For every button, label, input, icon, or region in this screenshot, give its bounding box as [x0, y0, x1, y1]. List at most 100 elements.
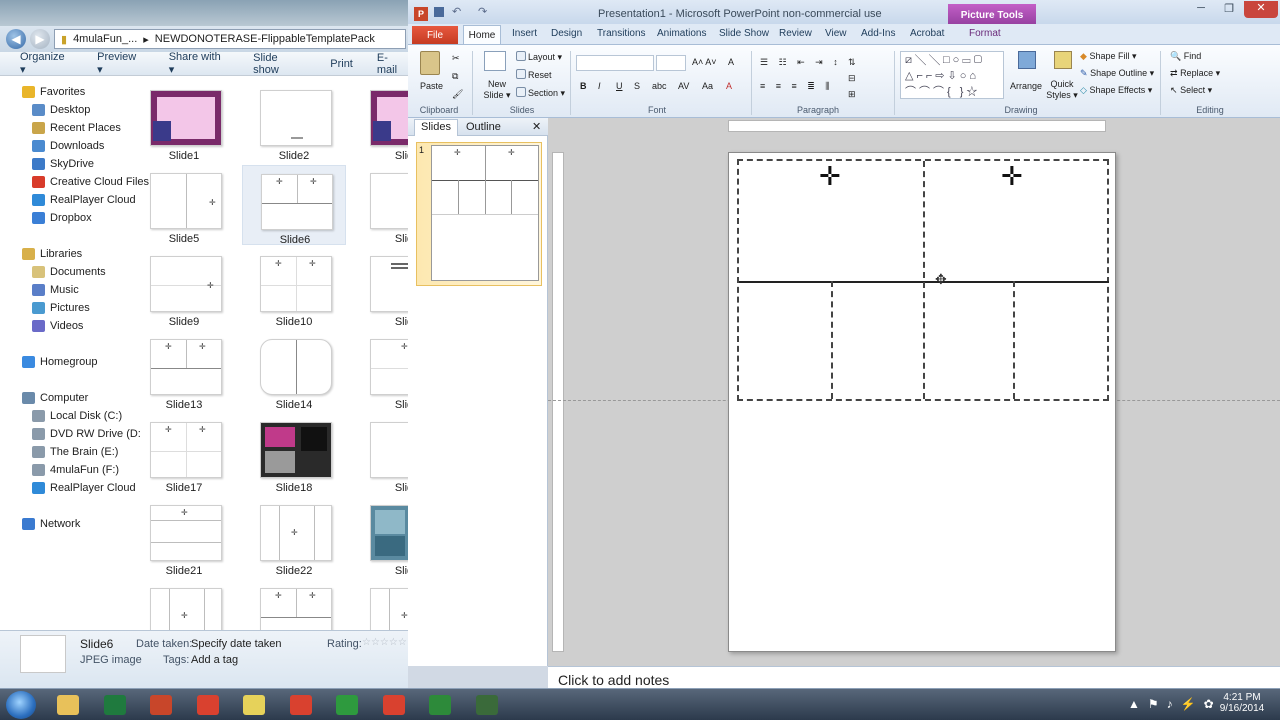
breadcrumb-item[interactable]: NEWDONOTERASE-FlippableTemplatePack — [155, 33, 375, 45]
nav-item[interactable]: Videos — [0, 317, 128, 335]
align-icons[interactable]: ≡ ≡ ≡ ≣ ⫼ — [760, 81, 833, 92]
file-item[interactable]: ✛ Slide9 — [132, 248, 236, 328]
tab-design[interactable]: Design — [551, 28, 582, 39]
taskbar-folder-notes-button[interactable] — [234, 692, 274, 718]
shape-outline-button[interactable]: ✎ Shape Outline ▾ — [1080, 68, 1154, 79]
preview-button[interactable]: Preview ▾ — [97, 51, 145, 76]
clock[interactable]: 4:21 PM 9/16/2014 — [1210, 692, 1274, 714]
share-with-button[interactable]: Share with ▾ — [169, 51, 229, 76]
tab-add-ins[interactable]: Add-Ins — [861, 28, 895, 39]
file-item[interactable]: Slid — [352, 497, 408, 577]
quick-styles-icon[interactable] — [1054, 51, 1072, 69]
underline-icon[interactable]: U — [616, 81, 623, 91]
nav-item[interactable]: Favorites — [0, 83, 128, 101]
nav-item[interactable]: RealPlayer Cloud — [0, 479, 136, 497]
tab-animations[interactable]: Animations — [657, 28, 706, 39]
tab-insert[interactable]: Insert — [512, 28, 537, 39]
file-item[interactable]: Slid — [352, 414, 408, 494]
taskbar-hangouts-button[interactable] — [327, 692, 367, 718]
taskbar-camtasia-button[interactable] — [420, 692, 460, 718]
file-item[interactable]: Slide18 — [242, 414, 346, 494]
file-item[interactable]: ✛ Slide22 — [242, 497, 346, 577]
file-item[interactable]: ✛ Slid — [352, 331, 408, 411]
breadcrumb-item[interactable]: 4mulaFun_... — [73, 33, 137, 45]
change-case-icon[interactable]: Aa — [702, 81, 713, 91]
arrange-icon[interactable] — [1018, 51, 1036, 69]
nav-item[interactable]: Network — [0, 515, 128, 533]
arrange-button[interactable]: Arrange — [1010, 81, 1042, 91]
select-button[interactable]: ↖ Select ▾ — [1170, 85, 1212, 96]
nav-item[interactable]: Computer — [0, 389, 128, 407]
slide-show-button[interactable]: Slide show — [253, 52, 306, 76]
taskbar-explorer-button[interactable] — [48, 692, 88, 718]
grow-font-icon[interactable]: A˄ A˅ — [692, 57, 717, 67]
shadow-icon[interactable]: S — [634, 81, 640, 91]
slide-canvas[interactable]: ✛ ✛ ✥ — [728, 152, 1116, 652]
new-slide-button[interactable]: New Slide ▾ — [482, 79, 512, 101]
file-item[interactable]: Slide14 — [242, 331, 346, 411]
file-item[interactable]: Slide2 — [242, 82, 346, 162]
redo-icon[interactable]: ↷ — [478, 5, 487, 18]
minimize-icon[interactable]: ─ — [1188, 2, 1214, 18]
forward-button[interactable]: ▶ — [30, 29, 50, 49]
nav-item[interactable]: Creative Cloud Files — [0, 173, 149, 191]
nav-item[interactable]: Downloads — [0, 137, 128, 155]
notes-pane[interactable]: Click to add notes — [548, 666, 1280, 690]
layout-button[interactable]: Layout ▾ — [516, 51, 562, 63]
nav-item[interactable]: Music — [0, 281, 128, 299]
tab-view[interactable]: View — [825, 28, 847, 39]
tab-acrobat[interactable]: Acrobat — [910, 28, 944, 39]
strikethrough-icon[interactable]: abc — [652, 81, 667, 91]
tab-format[interactable]: Format — [969, 28, 1001, 39]
shapes-gallery[interactable]: ⧄╲╲□○▭▢ △⌐⌐⇨⇩○⌂ ⌒⌒⌒{ }☆ — [900, 51, 1004, 99]
nav-item[interactable]: Libraries — [0, 245, 128, 263]
tab-transitions[interactable]: Transitions — [597, 28, 646, 39]
tray-icons[interactable]: ▲⚑♪⚡✿ — [1128, 697, 1222, 711]
undo-icon[interactable]: ↶ — [452, 5, 461, 18]
tags-value[interactable]: Add a tag — [191, 654, 238, 666]
italic-icon[interactable]: I — [598, 81, 601, 91]
taskbar-chrome-button[interactable] — [281, 692, 321, 718]
font-name-combo[interactable] — [576, 55, 654, 71]
clear-formatting-icon[interactable]: A — [728, 57, 734, 67]
file-item[interactable]: Slid — [352, 248, 408, 328]
bullets-icon[interactable]: ☰ ☷ ⇤ ⇥ ↕ — [760, 57, 842, 68]
taskbar-chrome-button[interactable] — [188, 692, 228, 718]
font-size-combo[interactable] — [656, 55, 686, 71]
start-button[interactable] — [6, 691, 36, 719]
template-picture[interactable]: ✛ ✛ ✥ — [737, 159, 1109, 401]
file-item[interactable]: ✛ ✛ Slide6 — [242, 165, 346, 246]
nav-item[interactable]: Pictures — [0, 299, 128, 317]
tab-outline[interactable]: Outline — [466, 121, 501, 133]
nav-item[interactable]: RealPlayer Cloud — [0, 191, 136, 209]
email-button[interactable]: E-mail — [377, 52, 408, 76]
nav-item[interactable]: SkyDrive — [0, 155, 128, 173]
slide-thumbnail-selected[interactable]: 1 ✛ ✛ — [416, 142, 542, 286]
cut-icon[interactable]: ✂ — [452, 53, 460, 64]
save-icon[interactable] — [434, 7, 444, 17]
reset-button[interactable]: Reset — [516, 69, 552, 80]
nav-item[interactable]: Local Disk (C:) — [0, 407, 128, 425]
taskbar-chrome-button[interactable] — [374, 692, 414, 718]
smartart-icon[interactable]: ⊞ — [848, 89, 856, 100]
breadcrumb[interactable]: ▮ 4mulaFun_... ▸ NEWDONOTERASE-Flippable… — [54, 29, 406, 49]
section-button[interactable]: Section ▾ — [516, 87, 565, 99]
file-item[interactable]: Slide1 — [132, 82, 236, 162]
nav-item[interactable]: 4mulaFun (F:) — [0, 461, 128, 479]
quick-styles-button[interactable]: Quick Styles ▾ — [1044, 79, 1080, 101]
taskbar-excel-button[interactable] — [95, 692, 135, 718]
replace-button[interactable]: ⇄ Replace ▾ — [1170, 68, 1220, 79]
spacing-icon[interactable]: AV — [678, 81, 689, 91]
file-item[interactable]: ✛ Slide21 — [132, 497, 236, 577]
nav-item[interactable]: Dropbox — [0, 209, 128, 227]
file-item[interactable]: Slid — [352, 82, 408, 162]
new-slide-icon[interactable] — [484, 51, 506, 71]
tab-slide-show[interactable]: Slide Show — [719, 28, 769, 39]
organize-button[interactable]: Organize ▾ — [20, 51, 73, 76]
nav-item[interactable]: Desktop — [0, 101, 128, 119]
file-item[interactable]: ✛ Slide5 — [132, 165, 236, 245]
bold-icon[interactable]: B — [580, 81, 587, 91]
close-pane-icon[interactable]: ✕ — [532, 120, 541, 133]
restore-icon[interactable]: ❐ — [1216, 2, 1242, 18]
rating-stars[interactable]: ☆☆☆☆☆ — [362, 637, 407, 648]
